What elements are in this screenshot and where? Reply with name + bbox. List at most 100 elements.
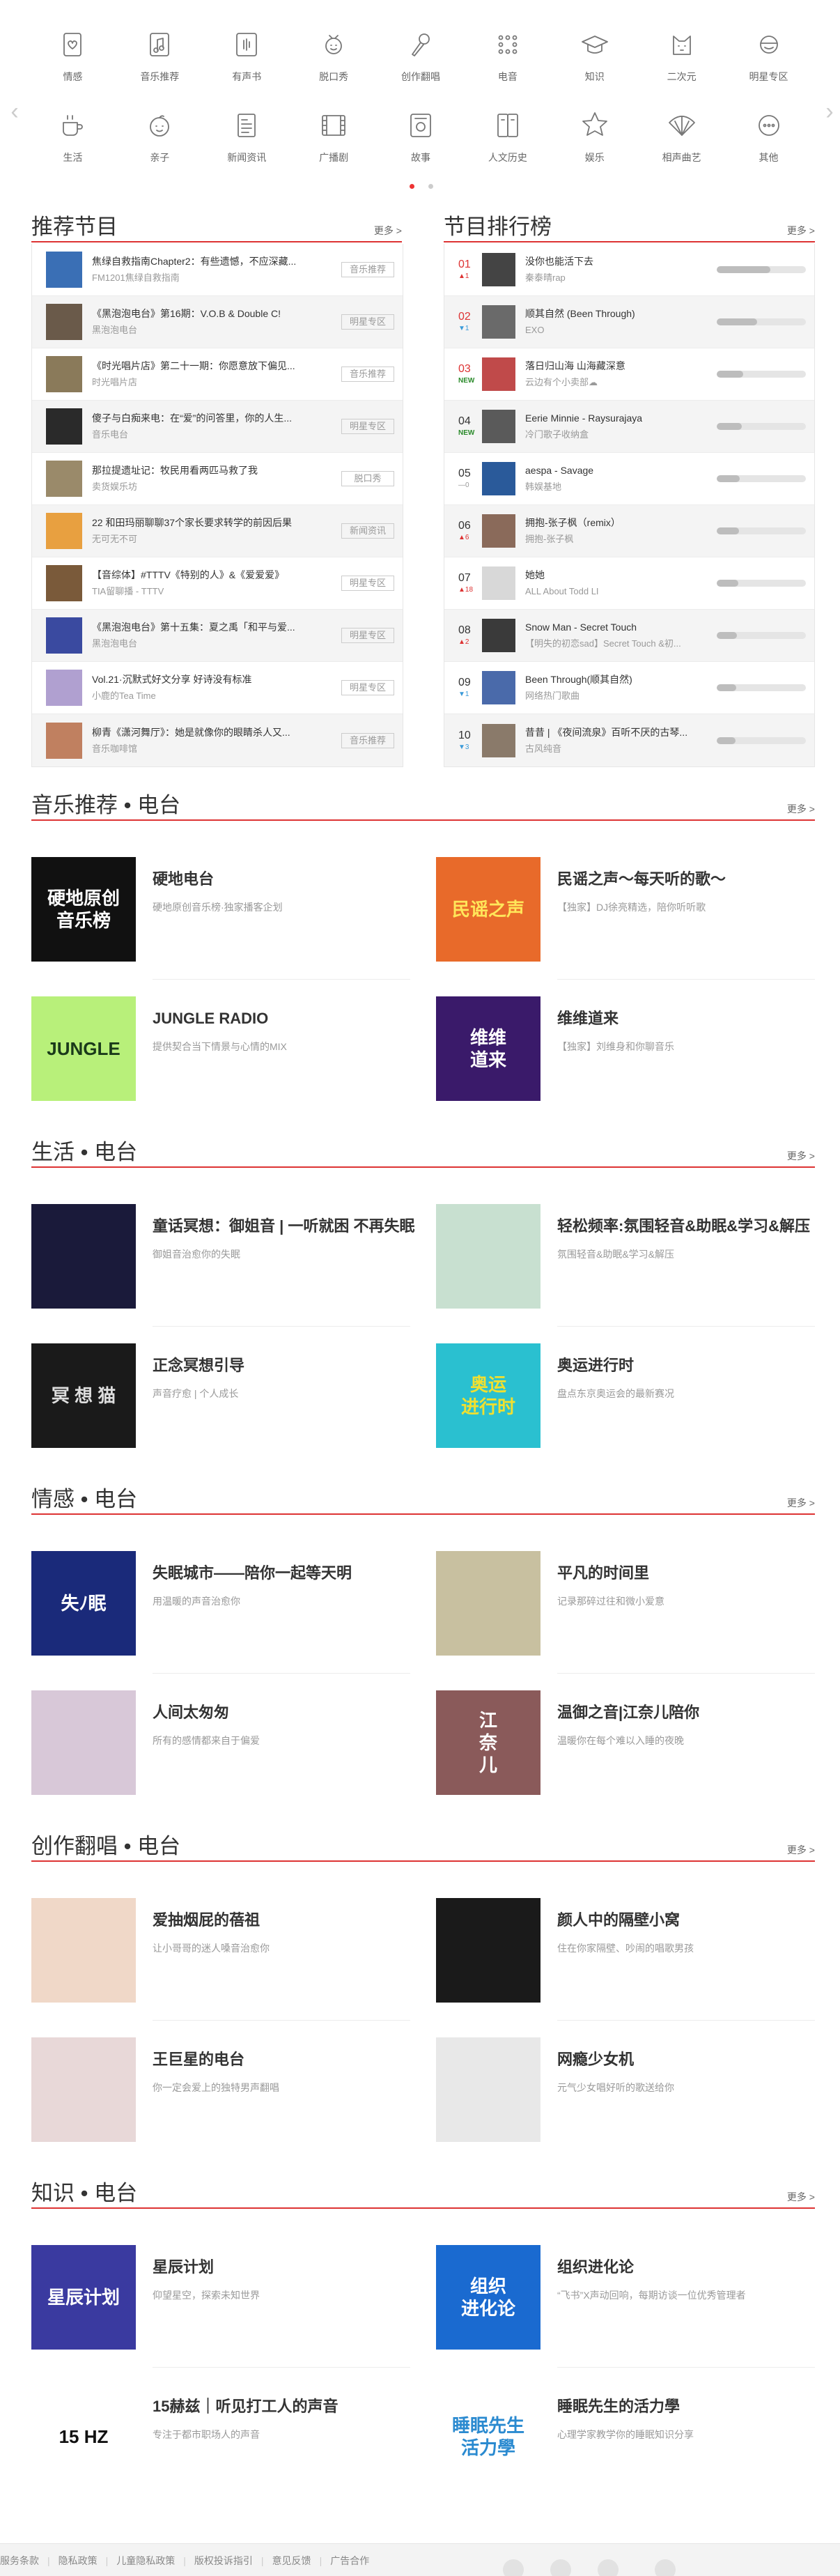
- category-tag[interactable]: 音乐推荐: [341, 367, 394, 382]
- program-title[interactable]: Eerie Minnie - Raysurajaya: [525, 411, 710, 425]
- radio-name[interactable]: 睡眠先生的活力學: [557, 2396, 820, 2418]
- program-title[interactable]: aespa - Savage: [525, 463, 710, 477]
- program-title[interactable]: 她她: [525, 568, 710, 582]
- category-item[interactable]: 电音: [464, 26, 551, 84]
- recommend-row[interactable]: 《黑泡泡电台》第十五集：夏之禹「和平与爱... 黑泡泡电台 明星专区: [32, 610, 403, 662]
- radio-cover[interactable]: 硬地原创 音乐榜: [31, 857, 136, 962]
- radio-card[interactable]: 星辰计划 星辰计划 仰望星空，探索未知世界: [31, 2245, 416, 2350]
- program-station[interactable]: 黑泡泡电台: [92, 637, 333, 651]
- program-station[interactable]: 秦泰晴rap: [525, 271, 710, 285]
- program-title[interactable]: 【音综体】#TTTV《特别的人》&《爱爱爱》: [92, 568, 333, 582]
- radio-name[interactable]: 正念冥想引导: [153, 1355, 416, 1377]
- radio-card[interactable]: 组织 进化论 组织进化论 “飞书”X声动回响，每期访谈一位优秀管理者: [436, 2245, 820, 2350]
- program-station[interactable]: 音乐电台: [92, 428, 333, 442]
- carousel-dot[interactable]: [428, 184, 433, 189]
- program-title[interactable]: 《黑泡泡电台》第十五集：夏之禹「和平与爱...: [92, 620, 333, 634]
- radio-name[interactable]: 平凡的时间里: [557, 1562, 820, 1584]
- category-tag[interactable]: 明星专区: [341, 314, 394, 330]
- category-tag[interactable]: 音乐推荐: [341, 732, 394, 748]
- radio-card[interactable]: 江 奈 儿 温御之音|江奈儿陪你 温暖你在每个难以入睡的夜晚: [436, 1690, 820, 1795]
- carousel-dot-active[interactable]: [410, 184, 414, 189]
- program-station[interactable]: 古风纯音: [525, 742, 710, 756]
- radio-name[interactable]: 人间太匆匆: [153, 1702, 416, 1724]
- ranking-row[interactable]: 10 ▼3 昔昔 | 《夜间流泉》百听不厌的古琴... 古风纯音: [444, 714, 814, 766]
- program-thumbnail[interactable]: [46, 356, 82, 392]
- category-item[interactable]: 人文历史: [464, 107, 551, 164]
- program-station[interactable]: 无可无不可: [92, 532, 333, 546]
- program-title[interactable]: 那拉提遗址记：牧民用看两匹马救了我: [92, 463, 333, 477]
- program-thumbnail[interactable]: [482, 723, 515, 757]
- program-station[interactable]: 卖货娱乐坊: [92, 480, 333, 494]
- program-station[interactable]: 韩娱基地: [525, 480, 710, 494]
- program-title[interactable]: 落日归山海 山海藏深意: [525, 359, 710, 373]
- program-thumbnail[interactable]: [46, 304, 82, 340]
- program-title[interactable]: 拥抱-张子枫（remix）: [525, 516, 710, 530]
- recommend-row[interactable]: 那拉提遗址记：牧民用看两匹马救了我 卖货娱乐坊 脱口秀: [32, 453, 403, 505]
- program-title[interactable]: 柳青《潇河舞厅》：她是就像你的眼睛杀人又...: [92, 725, 333, 739]
- category-tag[interactable]: 明星专区: [341, 419, 394, 434]
- radio-card[interactable]: 颜人中的隔壁小窝 住在你家隔壁、吵闹的唱歌男孩: [436, 1898, 820, 2003]
- category-tag[interactable]: 脱口秀: [341, 471, 394, 486]
- program-station[interactable]: 小鹿的Tea Time: [92, 689, 333, 703]
- category-tag[interactable]: 新闻资讯: [341, 523, 394, 539]
- ranking-row[interactable]: 03 NEW 落日归山海 山海藏深意 云边有个小卖部☁: [444, 348, 814, 401]
- radio-card[interactable]: JUNGLE JUNGLE RADIO 提供契合当下情景与心情的MIX: [31, 996, 416, 1101]
- radio-cover[interactable]: 组织 进化论: [436, 2245, 540, 2350]
- program-station[interactable]: EXO: [525, 323, 710, 337]
- program-station[interactable]: 【明失的初恋sad】Secret Touch &初...: [525, 637, 710, 651]
- program-title[interactable]: Vol.21·沉默式好文分享 好诗没有标准: [92, 672, 333, 686]
- program-thumbnail[interactable]: [46, 565, 82, 601]
- radio-cover[interactable]: 星辰计划: [31, 2245, 136, 2350]
- ranking-row[interactable]: 08 ▲2 Snow Man - Secret Touch 【明失的初恋sad】Sec…: [444, 610, 814, 662]
- radio-name[interactable]: 民谣之声～每天听的歌～: [557, 868, 820, 890]
- category-item[interactable]: 知识: [551, 26, 638, 84]
- program-station[interactable]: TIA留聊播 - TTTV: [92, 585, 333, 599]
- radio-section-more-link[interactable]: 更多 >: [787, 802, 815, 816]
- program-thumbnail[interactable]: [482, 357, 515, 391]
- radio-cover[interactable]: [31, 1898, 136, 2003]
- radio-card[interactable]: 硬地原创 音乐榜 硬地电台 硬地原创音乐榜·独家播客企划: [31, 857, 416, 962]
- program-station[interactable]: 时光唱片店: [92, 376, 333, 390]
- category-item[interactable]: 故事: [378, 107, 465, 164]
- category-item[interactable]: 音乐推荐: [116, 26, 203, 84]
- radio-section-more-link[interactable]: 更多 >: [787, 1149, 815, 1163]
- radio-card[interactable]: 爱抽烟屁的蓓祖 让小哥哥的迷人嗓音治愈你: [31, 1898, 416, 2003]
- radio-section-more-link[interactable]: 更多 >: [787, 2190, 815, 2204]
- recommend-row[interactable]: 22 和田玛丽聊聊37个家长要求转学的前因后果 无可无不可 新闻资讯: [32, 505, 403, 557]
- radio-cover[interactable]: 失ﾉ眠: [31, 1551, 136, 1656]
- program-thumbnail[interactable]: [482, 514, 515, 548]
- category-item[interactable]: 新闻资讯: [203, 107, 290, 164]
- radio-name[interactable]: 王巨星的电台: [153, 2049, 416, 2071]
- category-item[interactable]: 情感: [29, 26, 116, 84]
- radio-card[interactable]: 平凡的时间里 记录那碎过往和微小爱意: [436, 1551, 820, 1656]
- wechat-icon[interactable]: [550, 2559, 571, 2576]
- radio-card[interactable]: 维维 道来 维维道来 【独家】刘维身和你聊音乐: [436, 996, 820, 1101]
- recommend-row[interactable]: 焦绿自救指南Chapter2：有些遗憾，不应深藏... FM1201焦绿自救指南音…: [32, 244, 403, 296]
- ranking-more-link[interactable]: 更多 >: [787, 224, 815, 238]
- radio-name[interactable]: 奥运进行时: [557, 1355, 820, 1377]
- radio-cover[interactable]: 维维 道来: [436, 996, 540, 1101]
- radio-card[interactable]: 轻松频率:氛围轻音&助眠&学习&解压 氛围轻音&助眠&学习&解压: [436, 1204, 820, 1309]
- program-station[interactable]: ALL About Todd LI: [525, 585, 710, 599]
- program-thumbnail[interactable]: [482, 462, 515, 495]
- program-thumbnail[interactable]: [46, 461, 82, 497]
- prev-arrow-icon[interactable]: ‹: [4, 98, 25, 125]
- radio-cover[interactable]: [31, 1690, 136, 1795]
- radio-section-more-link[interactable]: 更多 >: [787, 1496, 815, 1510]
- program-thumbnail[interactable]: [46, 252, 82, 288]
- program-station[interactable]: 云边有个小卖部☁: [525, 376, 710, 390]
- radio-cover[interactable]: 冥 想 猫: [31, 1343, 136, 1448]
- program-thumbnail[interactable]: [46, 670, 82, 706]
- program-title[interactable]: 22 和田玛丽聊聊37个家长要求转学的前因后果: [92, 516, 333, 530]
- footer-link[interactable]: 广告合作: [330, 2555, 369, 2566]
- category-item[interactable]: 其他: [725, 107, 812, 164]
- category-item[interactable]: 生活: [29, 107, 116, 164]
- footer-link[interactable]: 意见反馈: [272, 2555, 311, 2566]
- radio-card[interactable]: 网瘾少女机 元气少女唱好听的歌送给你: [436, 2037, 820, 2142]
- radio-name[interactable]: 组织进化论: [557, 2256, 820, 2278]
- category-item[interactable]: 亲子: [116, 107, 203, 164]
- radio-card[interactable]: 失ﾉ眠 失眠城市——陪你一起等天明 用温暖的声音治愈你: [31, 1551, 416, 1656]
- category-item[interactable]: 脱口秀: [290, 26, 378, 84]
- program-title[interactable]: 《黑泡泡电台》第16期：V.O.B & Double C!: [92, 307, 333, 321]
- category-tag[interactable]: 明星专区: [341, 680, 394, 695]
